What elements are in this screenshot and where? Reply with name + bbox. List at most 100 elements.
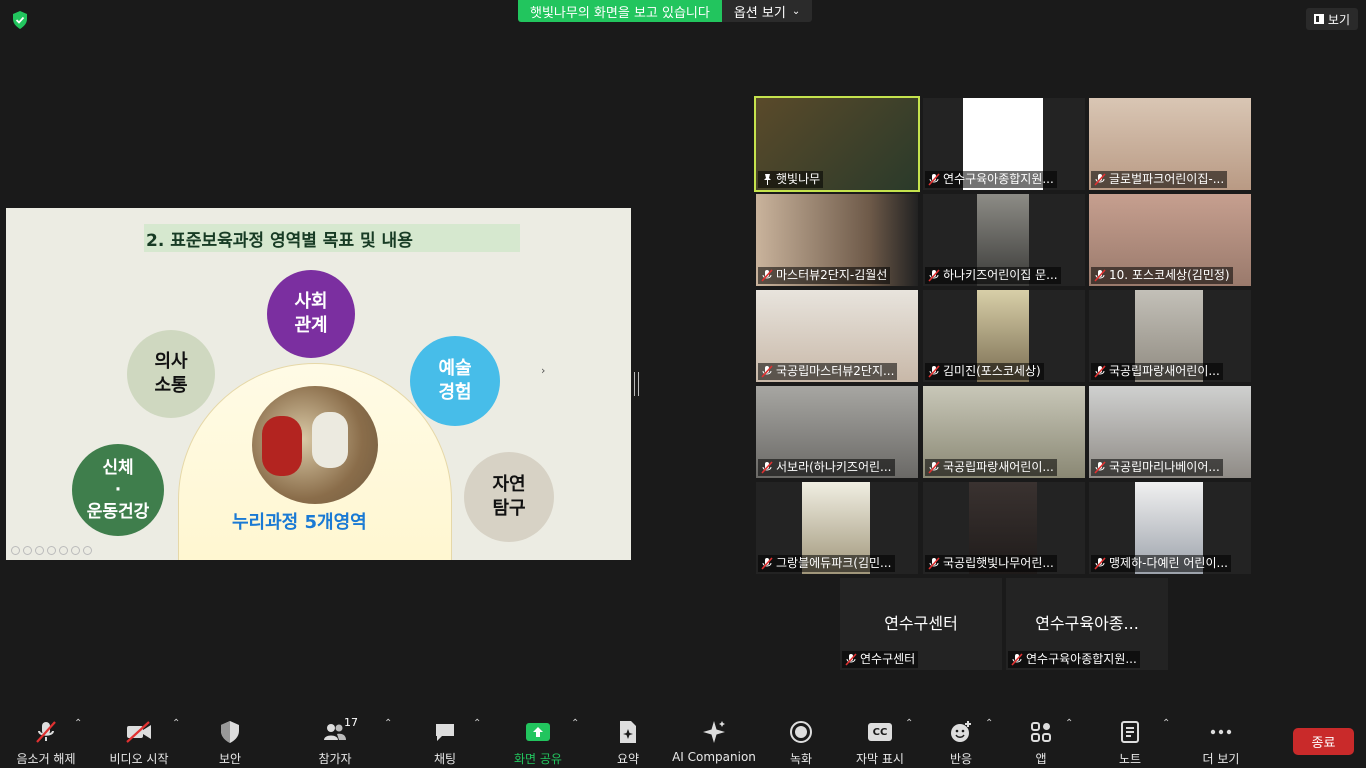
participant-name: 김미진(포스코세상) <box>925 363 1044 380</box>
record-label: 녹화 <box>789 752 813 766</box>
circle-social: 사회 관계 <box>267 270 355 358</box>
participant-tile[interactable]: 국공립마스터뷰2단지... <box>756 290 918 382</box>
more-dots-icon <box>1206 720 1236 744</box>
participant-name: 연수구육아종합지원... <box>925 171 1057 188</box>
mic-muted-icon <box>1094 365 1106 378</box>
notes-icon <box>1115 720 1145 744</box>
security-shield-icon[interactable] <box>10 10 30 30</box>
unmute-label: 음소거 해제 <box>16 752 76 766</box>
participants-button[interactable]: 17 참가자 <box>287 716 383 767</box>
participant-display-name: 연수구육아종... <box>1035 614 1139 633</box>
participant-name: 그랑블에듀파크(김민... <box>758 555 895 572</box>
participant-tile[interactable]: 연수구육아종... 연수구육아종합지원... <box>1006 578 1168 670</box>
participant-name: 국공립파랑새어린이... <box>925 459 1057 476</box>
slide-next-icon[interactable]: › <box>541 364 545 377</box>
security-label: 보안 <box>218 752 242 766</box>
notes-caret[interactable]: ⌃ <box>1162 718 1170 729</box>
mic-muted-icon <box>1094 173 1106 186</box>
mic-muted-icon <box>928 173 940 186</box>
view-button[interactable]: 보기 <box>1305 8 1358 30</box>
participant-tile[interactable]: 국공립파랑새어린이... <box>1089 290 1251 382</box>
circle-physical: 신체 · 운동건강 <box>72 444 164 536</box>
participant-tile[interactable]: 마스터뷰2단지-김월선 <box>756 194 918 286</box>
participant-name: 10. 포스코세상(김민정) <box>1091 267 1233 284</box>
notes-label: 노트 <box>1118 752 1142 766</box>
participant-tile[interactable]: 10. 포스코세상(김민정) <box>1089 194 1251 286</box>
participant-name: 글로벌파크어린이집-... <box>1091 171 1228 188</box>
summary-button[interactable]: 요약 <box>580 720 676 767</box>
participant-tile[interactable]: 맹제하-다예린 어린이... <box>1089 482 1251 574</box>
participant-tile[interactable]: 국공립햇빛나무어린... <box>923 482 1085 574</box>
mic-muted-icon <box>1094 269 1106 282</box>
mic-muted-icon <box>761 365 773 378</box>
video-options-caret[interactable]: ⌃ <box>172 718 180 729</box>
people-icon: 17 <box>320 716 358 744</box>
participant-tile[interactable]: 국공립마리나베이어... <box>1089 386 1251 478</box>
record-icon <box>786 720 816 744</box>
meeting-toolbar: 음소거 해제 ⌃ 비디오 시작 ⌃ 보안 17 참가자 ⌃ 채팅 ⌃ 화면 공유 <box>0 712 1366 768</box>
circle-nature: 자연 탐구 <box>464 452 554 542</box>
audio-options-caret[interactable]: ⌃ <box>74 718 82 729</box>
mic-muted-icon <box>1094 461 1106 474</box>
pin-icon <box>764 174 771 185</box>
mic-off-icon <box>31 720 61 744</box>
participant-name: 국공립파랑새어린이... <box>1091 363 1223 380</box>
view-button-label: 보기 <box>1327 12 1350 27</box>
sparkle-icon <box>699 720 729 744</box>
participant-tile[interactable]: 그랑블에듀파크(김민... <box>756 482 918 574</box>
participant-name: 맹제하-다예린 어린이... <box>1091 555 1231 572</box>
apps-button[interactable]: 앱 <box>993 720 1089 767</box>
participant-name: 마스터뷰2단지-김월선 <box>758 267 891 284</box>
participant-display-name: 연수구센터 <box>884 614 958 633</box>
apps-icon <box>1026 720 1056 744</box>
view-options-button[interactable]: 옵션 보기 ⌄ <box>721 0 813 22</box>
share-caret[interactable]: ⌃ <box>571 718 579 729</box>
chat-caret[interactable]: ⌃ <box>473 718 481 729</box>
participants-caret[interactable]: ⌃ <box>384 718 392 729</box>
share-status: 햇빛나무의 화면을 보고 있습니다 <box>518 0 722 22</box>
participant-name: 하나키즈어린이집 문... <box>925 267 1061 284</box>
more-button[interactable]: 더 보기 <box>1173 720 1269 767</box>
ai-companion-button[interactable]: AI Companion <box>666 720 762 764</box>
security-button[interactable]: 보안 <box>182 720 278 767</box>
mic-muted-icon <box>761 461 773 474</box>
shared-screen: 2. 표준보육과정 영역별 목표 및 내용 누리과정 5개영역 사회 관계 의사 소… <box>6 208 631 560</box>
participant-tile[interactable]: 연수구센터 연수구센터 <box>840 578 1002 670</box>
participant-tile[interactable]: 연수구육아종합지원... <box>923 98 1085 190</box>
participant-name: 서보라(하나키즈어린... <box>758 459 895 476</box>
split-handle[interactable] <box>634 372 639 396</box>
participant-tile[interactable]: 글로벌파크어린이집-... <box>1089 98 1251 190</box>
participant-name: 햇빛나무 <box>758 171 824 188</box>
slide-center-label: 누리과정 5개영역 <box>232 512 367 533</box>
participant-tile[interactable]: 국공립파랑새어린이... <box>923 386 1085 478</box>
mic-muted-icon <box>928 557 940 570</box>
slide-controls[interactable] <box>11 546 92 555</box>
mic-muted-icon <box>761 269 773 282</box>
summary-label: 요약 <box>616 752 640 766</box>
end-meeting-button[interactable]: 종료 <box>1293 728 1354 755</box>
reactions-label: 반응 <box>949 752 973 766</box>
layout-icon <box>1313 14 1324 24</box>
mic-muted-icon <box>1011 653 1023 666</box>
chat-label: 채팅 <box>433 752 457 766</box>
participant-name: 연수구육아종합지원... <box>1008 651 1140 668</box>
chat-icon <box>430 720 460 744</box>
mic-muted-icon <box>761 557 773 570</box>
participant-tile[interactable]: 서보라(하나키즈어린... <box>756 386 918 478</box>
participant-tile[interactable]: 김미진(포스코세상) <box>923 290 1085 382</box>
children-photo <box>252 386 378 504</box>
participant-name: 연수구센터 <box>842 651 919 668</box>
start-video-label: 비디오 시작 <box>109 752 169 766</box>
apps-caret[interactable]: ⌃ <box>1065 718 1073 729</box>
participant-name: 국공립마리나베이어... <box>1091 459 1223 476</box>
participants-label: 참가자 <box>318 752 352 766</box>
summary-document-icon <box>613 720 643 744</box>
circle-communication: 의사 소통 <box>127 330 215 418</box>
participant-tile[interactable]: 햇빛나무 <box>754 96 920 192</box>
mic-muted-icon <box>928 461 940 474</box>
share-banner: 햇빛나무의 화면을 보고 있습니다 옵션 보기 ⌄ <box>518 0 813 22</box>
participant-tile[interactable]: 하나키즈어린이집 문... <box>923 194 1085 286</box>
participant-count: 17 <box>344 716 358 729</box>
mic-muted-icon <box>845 653 857 666</box>
more-label: 더 보기 <box>1202 752 1240 766</box>
